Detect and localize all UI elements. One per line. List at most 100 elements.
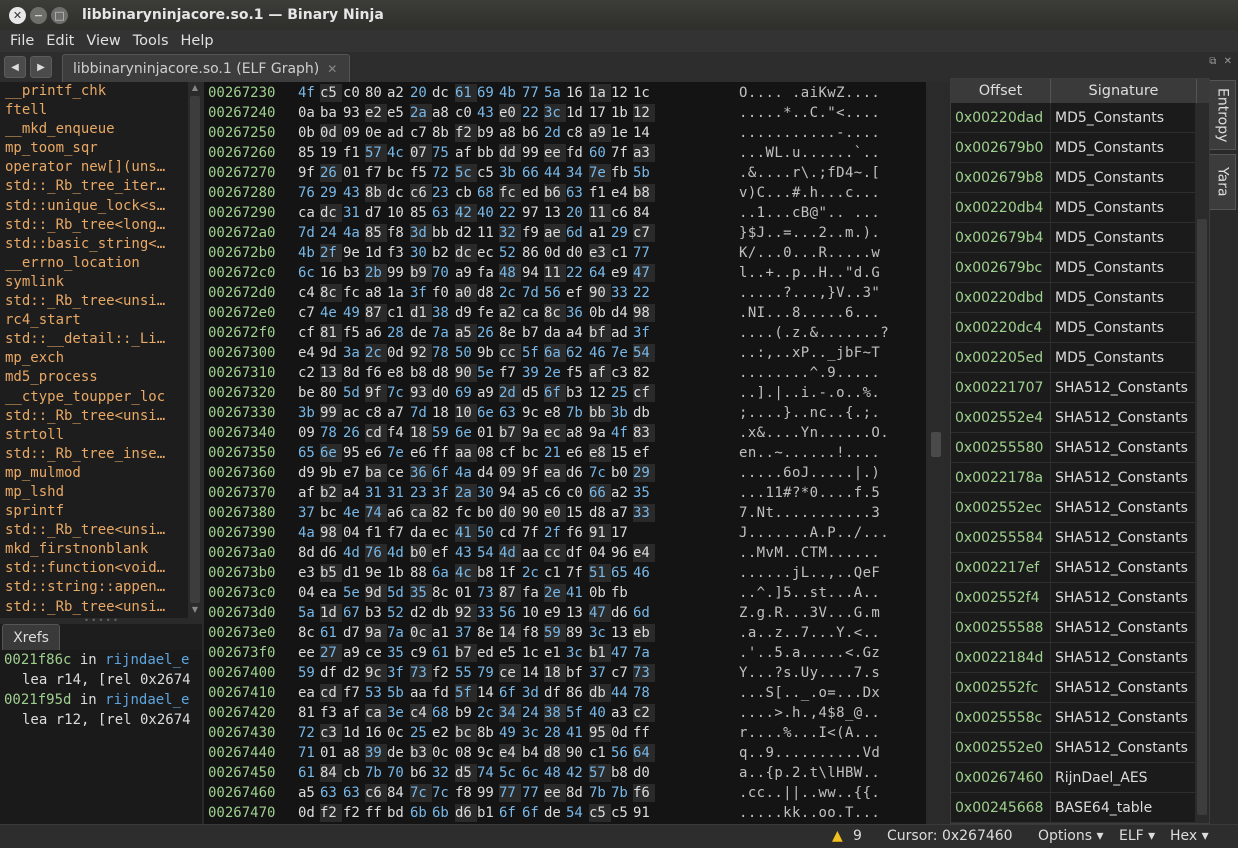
function-list-scrollbar[interactable]: ▲ ▼ [188,82,202,618]
hex-row-ascii[interactable]: ...........-.... [739,123,880,143]
table-row[interactable]: 0x002679b4 MD5_Constants [951,223,1195,253]
tab-close-icon[interactable]: ✕ [327,62,337,76]
hex-row[interactable]: 00267270 9f 26 01 f7 bc f5 72 5c c5 3b 66 44 34 7e fb 5b… [204,163,926,183]
table-row[interactable]: 0x00221707 SHA512_Constants [951,373,1195,403]
hex-row[interactable]: 00267320 be 80 5d 9f 7c 93 d0 69 a9 2d d5 6f b3 12 25 cf… [204,383,926,403]
function-list-item[interactable]: std::string::appen… [0,578,184,597]
function-list-item[interactable]: mp_exch [0,349,184,368]
function-list-item[interactable]: std::basic_string<… [0,235,184,254]
hex-row-ascii[interactable]: ........^.9..... [739,363,880,383]
signature-offset[interactable]: 0x00220dbd [951,283,1051,313]
function-list-item[interactable]: mp_mulmod [0,464,184,483]
hex-row-ascii[interactable]: O.... .aiKwZ.... [739,83,880,103]
hex-row[interactable]: 002672b0 4b 2f 9e 1d f3 30 b2 dc ec 52 86 0d d0 e3 c1 77… [204,243,926,263]
hex-row-ascii[interactable]: ..MvM..CTM...... [739,543,880,563]
hex-row-ascii[interactable]: r....%...I<(A... [739,723,880,743]
signature-offset[interactable]: 0x00220db4 [951,193,1051,223]
signature-offset[interactable]: 0x00255588 [951,613,1051,643]
signature-offset[interactable]: 0x002679b4 [951,223,1051,253]
function-list-item[interactable]: std::_Rb_tree<unsi… [0,407,184,426]
hex-row[interactable]: 002672c0 6c 16 b3 2b 99 b9 70 a9 fa 48 94 11 22 64 e9 47… [204,263,926,283]
hex-row[interactable]: 00267360 d9 9b e7 ba ce 36 6f 4a d4 09 9f ea d6 7c b0 29… [204,463,926,483]
signature-offset[interactable]: 0x00255580 [951,433,1051,463]
hex-row-ascii[interactable]: Z.g.R...3V...G.m [739,603,880,623]
signature-offset[interactable]: 0x002552e4 [951,403,1051,433]
function-list-item[interactable]: std::_Rb_tree<unsi… [0,521,184,540]
table-row[interactable]: 0x002679bc MD5_Constants [951,253,1195,283]
hex-row[interactable]: 00267420 81 f3 af ca 3e c4 68 b9 2c 34 24 38 5f 40 a3 c2… [204,703,926,723]
table-row[interactable]: 0x002552fc SHA512_Constants [951,673,1195,703]
signature-offset[interactable]: 0x00220dad [951,103,1051,133]
function-list-item[interactable]: rc4_start [0,311,184,330]
xref-function[interactable]: rijndael_e [105,692,189,708]
hex-row-ascii[interactable]: q..9..........Vd [739,743,880,763]
table-row[interactable]: 0x0022184d SHA512_Constants [951,643,1195,673]
signature-offset[interactable]: 0x0025558c [951,703,1051,733]
hex-view[interactable]: 00267230 4f c5 c0 80 a2 20 dc 61 69 4b 77 5a 16 1a 12 1c… [204,82,926,824]
signature-offset[interactable]: 0x002552f4 [951,583,1051,613]
xref-item[interactable]: 0021f86c in rijndael_e [0,650,202,670]
hex-row[interactable]: 00267290 ca dc 31 d7 10 85 63 42 40 22 97 13 20 11 c6 84… [204,203,926,223]
hex-row-ascii[interactable]: ...11#?*0....f.5 [739,483,880,503]
hex-row-ascii[interactable]: ...WL.u......`.. [739,143,880,163]
signature-offset[interactable]: 0x002205ed [951,343,1051,373]
function-list-item[interactable]: std::_Rb_tree<unsi… [0,598,184,617]
table-row[interactable]: 0x0025558c SHA512_Constants [951,703,1195,733]
hex-row-ascii[interactable]: Y...?s.Uy....7.s [739,663,880,683]
window-minimize-button[interactable]: − [30,6,47,24]
table-row[interactable]: 0x002552f4 SHA512_Constants [951,583,1195,613]
scroll-up-icon[interactable]: ▲ [188,83,202,95]
hex-row-ascii[interactable]: ..1...cB@".. ... [739,203,880,223]
function-list-item[interactable]: __errno_location [0,254,184,273]
hex-row[interactable]: 00267450 61 84 cb 7b 70 b6 32 d5 74 5c 6c 48 42 57 b8 d0… [204,763,926,783]
tab-xrefs[interactable]: Xrefs [2,624,60,650]
xref-address[interactable]: 0021f86c [4,652,71,668]
hex-row[interactable]: 00267300 e4 9d 3a 2c 0d 92 78 50 9b cc 5f 6a 62 46 7e 54… [204,343,926,363]
menu-help[interactable]: Help [181,33,214,49]
hex-row[interactable]: 00267430 72 c3 1d 16 0c 25 e2 bc 8b 49 3c 28 41 95 0d ff… [204,723,926,743]
column-header-signature[interactable]: Signature [1051,79,1197,103]
function-list-item[interactable]: ftell [0,101,184,120]
table-row[interactable]: 0x00255588 SHA512_Constants [951,613,1195,643]
forward-arrow-icon[interactable]: ▶ [30,56,52,78]
table-row[interactable]: 0x002217ef SHA512_Constants [951,553,1195,583]
hex-row-ascii[interactable]: J.......A.P../... [739,523,889,543]
table-row[interactable]: 0x00220db4 MD5_Constants [951,193,1195,223]
hex-row[interactable]: 002672f0 cf 81 f5 a6 28 de 7a a5 26 8e b7 da a4 bf ad 3f… [204,323,926,343]
hex-row[interactable]: 002673c0 04 ea 5e 9d 5d 35 8c 01 73 87 fa 2e 41 0b fb..… [204,583,926,603]
scrollbar-thumb[interactable] [1197,219,1207,815]
function-list-item[interactable]: operator new[](uns… [0,158,184,177]
hex-row-ascii[interactable]: ..^.]5..st...A.. [739,583,880,603]
warning-count[interactable]: 9 [853,828,862,844]
pane-options-icon[interactable]: ⧉ ✕ [1209,56,1234,67]
menu-file[interactable]: File [10,33,34,49]
tab-entropy[interactable]: Entropy [1210,80,1236,150]
function-list-item[interactable]: std::function<void… [0,559,184,578]
function-list-item[interactable]: std::_Rb_tree_iter… [0,177,184,196]
hex-row-ascii[interactable]: ;....}..nc..{.;. [739,403,880,423]
function-list-item[interactable]: std::unique_lock<s… [0,197,184,216]
hex-row[interactable]: 002672a0 7d 24 4a 85 f8 3d bb d2 11 32 f9 ae 6d a1 29 c7… [204,223,926,243]
column-header-offset[interactable]: Offset [951,79,1051,103]
hex-row-ascii[interactable]: .cc..||..ww..{{. [739,783,880,803]
hex-row-ascii[interactable]: K/...0...R.....w [739,243,880,263]
table-row[interactable]: 0x00245668 BASE64_table [951,793,1195,823]
table-row[interactable]: 0x002552e4 SHA512_Constants [951,403,1195,433]
signature-table-scrollbar[interactable] [1195,103,1209,823]
hex-row-ascii[interactable]: .NI...8.....6... [739,303,880,323]
scrollbar-thumb[interactable] [190,96,200,603]
hex-row[interactable]: 00267350 65 6e 95 e6 7e e6 ff aa 08 cf bc 21 e6 e8 15 ef… [204,443,926,463]
tab-file[interactable]: libbinaryninjacore.so.1 (ELF Graph) ✕ [62,54,350,82]
hex-row-ascii[interactable]: .....6oJ.....|.) [739,463,880,483]
signature-offset[interactable]: 0x0022184d [951,643,1051,673]
view-mode-dropdown[interactable]: Hex ▾ [1170,828,1209,844]
scrollbar-thumb[interactable] [931,432,941,457]
menu-view[interactable]: View [86,33,120,49]
function-list-item[interactable]: std::_Rb_tree<long… [0,216,184,235]
hex-row[interactable]: 00267310 c2 13 8d f6 e8 b8 d8 90 5e f7 39 2e f5 af c3 82… [204,363,926,383]
function-list-item[interactable]: md5_process [0,368,184,387]
hex-row[interactable]: 00267340 09 78 26 cd f4 18 59 6e 01 b7 9a ec a8 9a 4f 83… [204,423,926,443]
hex-row-ascii[interactable]: l..+..p..H.."d.G [739,263,880,283]
table-row[interactable]: 0x002679b0 MD5_Constants [951,133,1195,163]
signature-offset[interactable]: 0x002552e0 [951,733,1051,763]
